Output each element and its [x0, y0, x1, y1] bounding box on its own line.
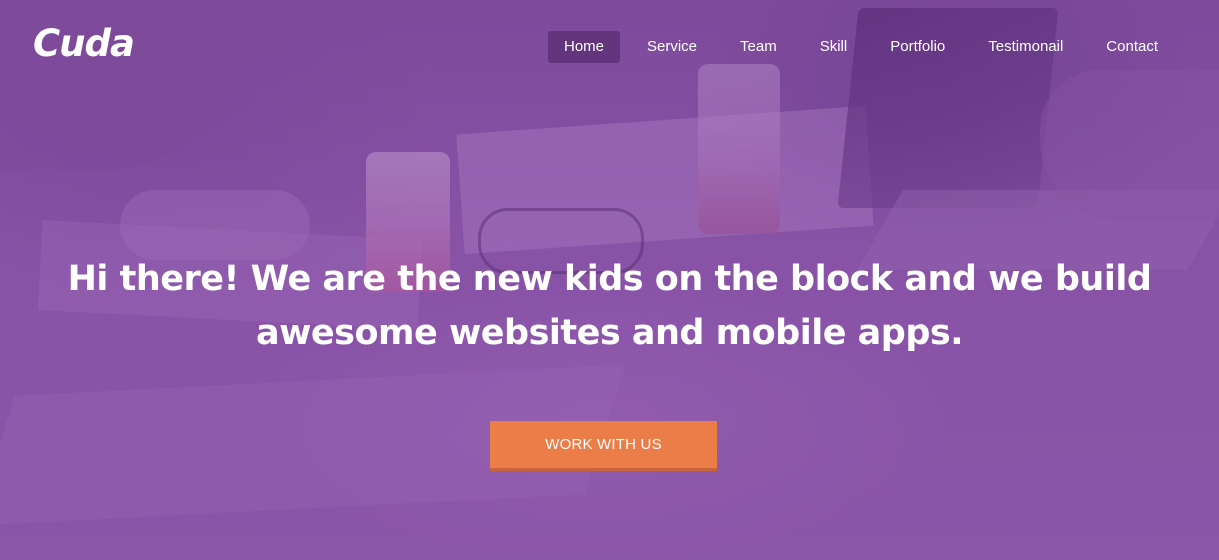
nav-item-contact[interactable]: Contact: [1090, 31, 1174, 63]
hero-headline: Hi there! We are the new kids on the blo…: [60, 252, 1159, 360]
hero-headline-line2: awesome websites and mobile apps.: [255, 313, 964, 353]
nav-item-team[interactable]: Team: [724, 31, 793, 63]
nav-item-home[interactable]: Home: [547, 31, 620, 63]
nav-item-testimonial[interactable]: Testimonail: [972, 31, 1079, 63]
work-with-us-button[interactable]: WORK WITH US: [490, 421, 717, 471]
nav-item-skill[interactable]: Skill: [804, 31, 864, 63]
hero-headline-line1: Hi there! We are the new kids on the blo…: [67, 259, 1152, 299]
nav-item-portfolio[interactable]: Portfolio: [874, 31, 961, 63]
site-logo[interactable]: Cuda: [33, 20, 135, 68]
nav-item-service[interactable]: Service: [631, 31, 713, 63]
hero-section: Cuda Home Service Team Skill Portfolio T…: [0, 0, 1219, 560]
site-header: Cuda Home Service Team Skill Portfolio T…: [0, 0, 1219, 96]
main-nav: Home Service Team Skill Portfolio Testim…: [537, 31, 1174, 63]
